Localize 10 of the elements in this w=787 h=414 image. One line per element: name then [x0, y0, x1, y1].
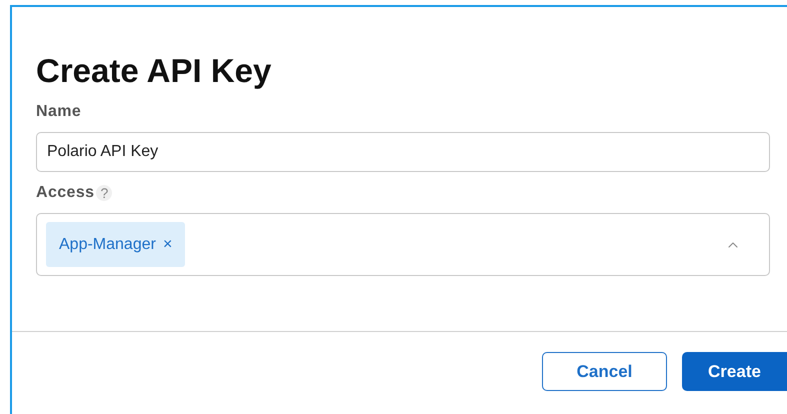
cancel-button[interactable]: Cancel: [542, 352, 667, 391]
name-input-field[interactable]: Polario API Key: [36, 132, 770, 172]
access-select-field[interactable]: App-Manager ×: [36, 213, 770, 276]
field-label: Access: [36, 183, 94, 203]
dialog-title: Create API Key: [36, 51, 272, 91]
help-icon[interactable]: ?: [96, 185, 112, 201]
tag-label: App-Manager: [59, 234, 156, 254]
remove-tag-button[interactable]: ×: [162, 236, 172, 252]
field-label: Name: [36, 102, 82, 122]
create-button[interactable]: Create: [682, 352, 787, 391]
